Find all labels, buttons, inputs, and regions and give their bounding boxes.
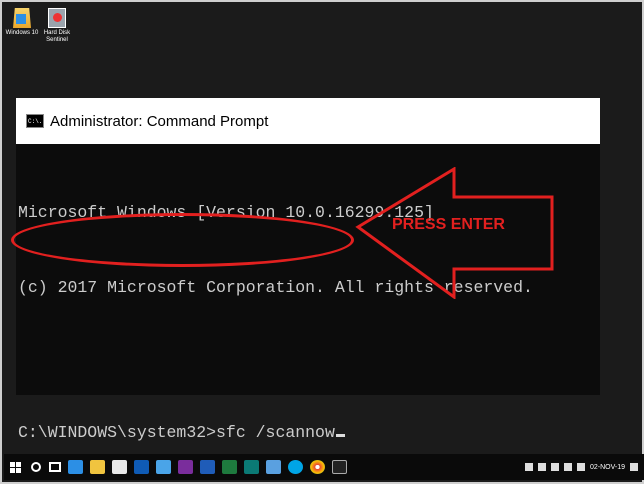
- outlook-icon[interactable]: [134, 460, 149, 474]
- cmd-icon: C:\.: [26, 114, 44, 128]
- chrome-icon[interactable]: [310, 460, 325, 474]
- window-title: Administrator: Command Prompt: [50, 112, 269, 130]
- taskbar: 02-NOV-19: [4, 454, 644, 480]
- desktop-icon-hard-disk-sentinel[interactable]: Hard Disk Sentinel: [37, 8, 77, 44]
- press-enter-label: PRESS ENTER: [392, 216, 505, 233]
- desktop-icon-label: Windows 10: [5, 30, 39, 36]
- word-icon[interactable]: [200, 460, 215, 474]
- highlight-ellipse: [11, 213, 354, 267]
- system-tray: 02-NOV-19: [524, 454, 638, 480]
- notification-icon[interactable]: [630, 463, 638, 471]
- text-cursor: [335, 434, 345, 437]
- windows-start-icon[interactable]: [10, 461, 21, 473]
- folder-icon: [13, 8, 31, 28]
- chevron-up-icon[interactable]: [537, 463, 546, 471]
- clock-date[interactable]: 02-NOV-19: [590, 464, 625, 471]
- onenote-icon[interactable]: [178, 460, 193, 474]
- person-icon[interactable]: [524, 463, 533, 471]
- network-icon[interactable]: [563, 463, 572, 471]
- desktop-icon-label: Hard Disk Sentinel: [43, 30, 71, 43]
- search-icon[interactable]: [31, 462, 41, 472]
- sticky-notes-icon[interactable]: [156, 460, 171, 474]
- desktop-icon-windows10[interactable]: Windows 10: [2, 8, 42, 37]
- console-prompt-line[interactable]: C:\WINDOWS\system32>sfc /scannow: [18, 420, 600, 445]
- excel-icon[interactable]: [222, 460, 237, 474]
- skype-icon[interactable]: [288, 460, 303, 474]
- task-view-icon[interactable]: [49, 462, 61, 472]
- battery-icon[interactable]: [550, 463, 559, 471]
- console-prompt: C:\WINDOWS\system32>sfc /scannow: [18, 423, 335, 442]
- volume-icon[interactable]: [576, 463, 585, 471]
- publisher-icon[interactable]: [244, 460, 259, 474]
- pen-icon[interactable]: [266, 460, 281, 474]
- cmd-icon[interactable]: [332, 460, 347, 474]
- window-titlebar[interactable]: C:\. Administrator: Command Prompt: [16, 98, 600, 144]
- screenshot-frame: Windows 10 Hard Disk Sentinel C:\. Admin…: [0, 0, 644, 484]
- hard-disk-sentinel-icon: [48, 8, 66, 28]
- edge-icon[interactable]: [68, 460, 83, 474]
- explorer-icon[interactable]: [90, 460, 105, 474]
- store-bag-icon[interactable]: [112, 460, 127, 474]
